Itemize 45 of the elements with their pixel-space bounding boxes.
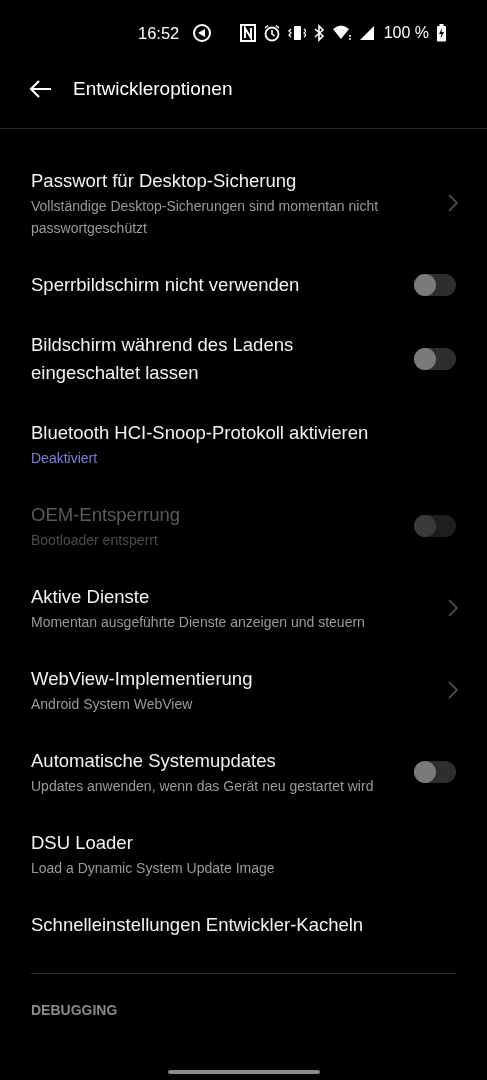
toggle-switch[interactable] bbox=[414, 348, 456, 370]
battery-percent: 100 % bbox=[383, 24, 429, 42]
setting-title: Schnelleinstellungen Entwickler-Kacheln bbox=[31, 913, 365, 937]
wifi-icon bbox=[331, 25, 352, 41]
chevron-icon bbox=[448, 599, 458, 617]
setting-title: WebView-Implementierung bbox=[31, 667, 254, 691]
setting-item[interactable]: Bluetooth HCI-Snoop-Protokoll aktivieren Deaktiviert bbox=[0, 403, 487, 485]
setting-title: Aktive Dienste bbox=[31, 585, 151, 609]
status-time: 16:52 bbox=[138, 23, 180, 43]
chevron-icon bbox=[448, 681, 458, 699]
setting-title: Passwort für Desktop-Sicherung bbox=[31, 169, 298, 193]
setting-summary: Bootloader entsperrt bbox=[31, 531, 159, 550]
setting-summary: Deaktiviert bbox=[31, 449, 99, 468]
setting-title: Sperrbildschirm nicht verwenden bbox=[31, 273, 301, 297]
setting-item[interactable]: Passwort für Desktop-Sicherung Vollständige Desktop-Sicherungen sind momentan nicht passwortgeschützt bbox=[0, 151, 487, 255]
nfc-icon bbox=[239, 24, 256, 42]
page-title: Entwickleroptionen bbox=[73, 78, 233, 100]
vibrate-icon bbox=[287, 24, 306, 42]
setting-item[interactable]: DSU Loader Load a Dynamic System Update Image bbox=[0, 813, 487, 895]
battery-charging-icon bbox=[436, 24, 447, 42]
setting-item[interactable]: Bildschirm während des Ladens eingeschaltet lassen bbox=[0, 315, 487, 403]
setting-item[interactable]: WebView-Implementierung Android System WebView bbox=[0, 649, 487, 731]
setting-item[interactable]: Sperrbildschirm nicht verwenden bbox=[0, 255, 487, 315]
setting-summary: Momentan ausgeführte Dienste anzeigen und steuern bbox=[31, 613, 366, 632]
setting-title: Bluetooth HCI-Snoop-Protokoll aktivieren bbox=[31, 421, 370, 445]
setting-title: DSU Loader bbox=[31, 831, 134, 855]
alarm-icon bbox=[262, 24, 281, 42]
section-header: DEBUGGING bbox=[30, 1001, 119, 1018]
notification-icon bbox=[192, 23, 213, 43]
setting-title: Automatische Systemupdates bbox=[31, 749, 277, 773]
setting-summary: Load a Dynamic System Update Image bbox=[31, 859, 276, 878]
setting-item[interactable]: Schnelleinstellungen Entwickler-Kacheln bbox=[0, 895, 487, 955]
setting-summary: Updates anwenden, wenn das Gerät neu gestartet wird bbox=[31, 777, 375, 796]
setting-title: Bildschirm während des Ladens eingeschaltet lassen bbox=[31, 333, 295, 385]
setting-summary: Android System WebView bbox=[31, 695, 194, 714]
setting-summary: Vollständige Desktop-Sicherungen sind momentan nicht passwortgeschützt bbox=[31, 197, 380, 238]
setting-title: OEM-Entsperrung bbox=[31, 503, 182, 527]
toggle-switch[interactable] bbox=[414, 274, 456, 296]
chevron-icon bbox=[448, 194, 458, 212]
bluetooth-icon bbox=[312, 24, 325, 42]
back-arrow-icon[interactable] bbox=[28, 79, 52, 99]
toggle-switch[interactable] bbox=[414, 761, 456, 783]
setting-item[interactable]: Aktive Dienste Momentan ausgeführte Dienste anzeigen und steuern bbox=[0, 567, 487, 649]
setting-item[interactable]: Automatische Systemupdates Updates anwenden, wenn das Gerät neu gestartet wird bbox=[0, 731, 487, 813]
signal-icon bbox=[358, 25, 375, 41]
